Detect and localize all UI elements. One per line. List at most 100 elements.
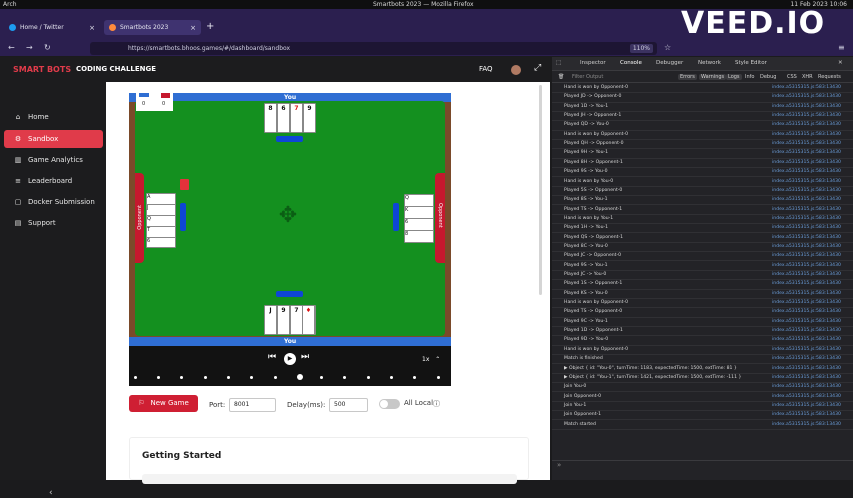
menu-icon[interactable]: ≡ [838,43,845,52]
log-source-link[interactable]: index.a5315315.js:583:13430 [772,141,841,146]
card[interactable]: 9 [277,305,290,335]
new-tab-button[interactable]: + [206,21,214,32]
log-source-link[interactable]: index.a5315315.js:583:13430 [772,394,841,399]
browser-tab-twitter[interactable]: Home / Twitter × [4,20,100,35]
timeline[interactable] [133,374,447,381]
log-source-link[interactable]: index.a5315315.js:583:13430 [772,263,841,268]
reload-icon[interactable]: ↻ [44,43,51,52]
level-requests[interactable]: Requests [816,74,843,80]
new-game-button[interactable]: ⚐ New Game [129,395,198,412]
card[interactable]: J [264,305,277,335]
sidebar-item-docker-submission[interactable]: ▢ Docker Submission [4,193,103,211]
log-source-link[interactable]: index.a5315315.js:583:13430 [772,169,841,174]
log-source-link[interactable]: index.a5315315.js:583:13430 [772,337,841,342]
sidebar-item-support[interactable]: ▤ Support [4,214,103,232]
play-icon[interactable]: ▶ [284,353,296,365]
log-source-link[interactable]: index.a5315315.js:583:13430 [772,94,841,99]
log-source-link[interactable]: index.a5315315.js:583:13430 [772,366,841,371]
level-warnings[interactable]: Warnings [699,74,727,80]
bookmark-icon[interactable]: ☆ [664,43,671,52]
log-source-link[interactable]: index.a5315315.js:583:13430 [772,225,841,230]
level-xhr[interactable]: XHR [800,74,815,80]
filter-input[interactable]: Filter Output [572,74,603,80]
timeline-dot[interactable] [413,376,416,379]
tab-inspector[interactable]: Inspector [580,60,606,66]
log-source-link[interactable]: index.a5315315.js:583:13430 [772,132,841,137]
log-source-link[interactable]: index.a5315315.js:583:13430 [772,412,841,417]
timeline-dot[interactable] [274,376,277,379]
log-source-link[interactable]: index.a5315315.js:583:13430 [772,207,841,212]
sidebar-item-game-analytics[interactable]: ▥ Game Analytics [4,151,103,169]
log-source-link[interactable]: index.a5315315.js:583:13430 [772,235,841,240]
close-devtools-icon[interactable]: ✕ [838,60,843,66]
zoom-level[interactable]: 110% [629,44,653,53]
help-icon[interactable]: ⓘ [433,399,440,409]
timeline-dot[interactable] [134,376,137,379]
log-source-link[interactable]: index.a5315315.js:583:13430 [772,328,841,333]
pick-element-icon[interactable]: ⬚ [556,60,561,66]
port-input[interactable]: 8001 [229,398,276,412]
sidebar-item-sandbox[interactable]: ⚙ Sandbox [4,130,103,148]
log-source-link[interactable]: index.a5315315.js:583:13430 [772,375,841,380]
timeline-dot[interactable] [180,376,183,379]
log-source-link[interactable]: index.a5315315.js:583:13430 [772,403,841,408]
page-scrollbar[interactable] [539,85,542,295]
browser-tab-smartbots[interactable]: Smartbots 2023 × [104,20,201,35]
log-source-link[interactable]: index.a5315315.js:583:13430 [772,291,841,296]
timeline-dot[interactable] [157,376,160,379]
card[interactable]: 6 [146,237,176,248]
timeline-dot[interactable] [320,376,323,379]
timeline-dot[interactable] [390,376,393,379]
sidebar-item-leaderboard[interactable]: ≡ Leaderboard [4,172,103,190]
card[interactable]: ♦ [302,305,315,335]
log-source-link[interactable]: index.a5315315.js:583:13430 [772,160,841,165]
tab-style-editor[interactable]: Style Editor [735,60,767,66]
all-local-toggle[interactable] [379,399,400,409]
log-source-link[interactable]: index.a5315315.js:583:13430 [772,113,841,118]
log-source-link[interactable]: index.a5315315.js:583:13430 [772,122,841,127]
log-source-link[interactable]: index.a5315315.js:583:13430 [772,188,841,193]
back-icon[interactable]: ← [8,43,15,52]
log-source-link[interactable]: index.a5315315.js:583:13430 [772,347,841,352]
trash-icon[interactable]: 🗑 [556,74,566,80]
log-source-link[interactable]: index.a5315315.js:583:13430 [772,300,841,305]
console-input[interactable]: » [552,460,853,480]
level-info[interactable]: Info [743,74,756,80]
tab-console[interactable]: Console [620,60,642,66]
log-source-link[interactable]: index.a5315315.js:583:13430 [772,309,841,314]
log-source-link[interactable]: index.a5315315.js:583:13430 [772,319,841,324]
timeline-dot[interactable] [437,376,440,379]
next-icon[interactable]: ⏭ [301,352,309,362]
avatar[interactable] [511,65,521,75]
tab-network[interactable]: Network [698,60,721,66]
timeline-dot[interactable] [204,376,207,379]
url-field[interactable]: https://smartbots.bhoos.games/#/dashboar… [90,42,657,55]
log-source-link[interactable]: index.a5315315.js:583:13430 [772,272,841,277]
timeline-dot[interactable] [367,376,370,379]
timeline-dot[interactable] [343,376,346,379]
log-source-link[interactable]: index.a5315315.js:583:13430 [772,150,841,155]
log-source-link[interactable]: index.a5315315.js:583:13430 [772,85,841,90]
card[interactable]: 6 [277,103,290,133]
collapse-sidebar-icon[interactable]: ‹ [49,488,53,498]
timeline-dot-current[interactable] [297,374,303,380]
sidebar-item-home[interactable]: ⌂ Home [4,108,103,126]
delay-input[interactable]: 500 [329,398,368,412]
log-source-link[interactable]: index.a5315315.js:583:13430 [772,253,841,258]
card[interactable]: 9 [303,103,316,133]
close-tab-icon[interactable]: × [89,24,95,32]
log-source-link[interactable]: index.a5315315.js:583:13430 [772,179,841,184]
playback-speed[interactable]: 1x ⌃ [422,356,440,363]
level-debug[interactable]: Debug [758,74,778,80]
card[interactable]: 8 [264,103,277,133]
close-tab-icon[interactable]: × [190,24,196,32]
log-source-link[interactable]: index.a5315315.js:583:13430 [772,104,841,109]
timeline-dot[interactable] [250,376,253,379]
level-logs[interactable]: Logs [726,74,742,80]
log-source-link[interactable]: index.a5315315.js:583:13430 [772,197,841,202]
card[interactable]: 7 [290,103,303,133]
log-source-link[interactable]: index.a5315315.js:583:13430 [772,281,841,286]
card[interactable]: 8 [404,230,434,243]
level-errors[interactable]: Errors [678,74,697,80]
log-source-link[interactable]: index.a5315315.js:583:13430 [772,384,841,389]
